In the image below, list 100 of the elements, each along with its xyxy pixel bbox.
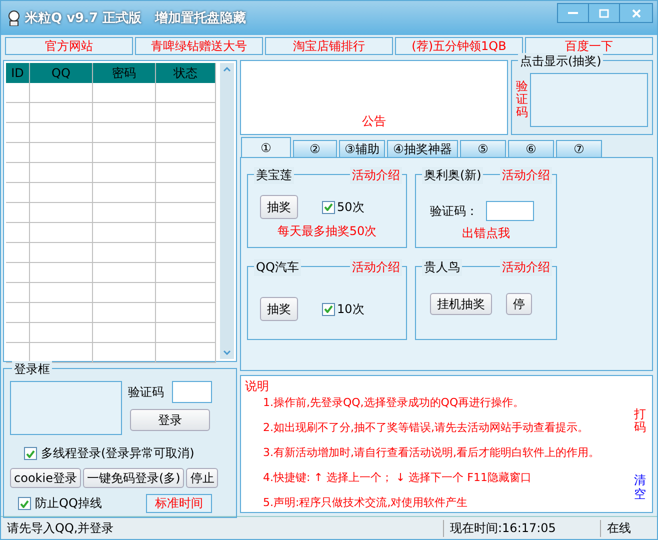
group-title: 美宝莲 [254, 167, 294, 184]
column-header: 密码 [93, 63, 156, 83]
checkbox-label: 多线程登录(登录异常可取消) [41, 445, 194, 462]
clear-link[interactable]: 清空 [634, 474, 646, 501]
table-cell [6, 143, 30, 163]
table-cell [93, 263, 156, 283]
link-button[interactable]: 官方网站 [5, 37, 133, 55]
table-cell [30, 183, 93, 203]
column-header: QQ [30, 63, 93, 83]
captcha-label: 验证码 [516, 80, 528, 120]
table-cell [93, 303, 156, 323]
table-cell [6, 103, 30, 123]
captcha-field[interactable] [486, 201, 534, 221]
help-title: 说明 [245, 379, 269, 393]
table-cell [30, 203, 93, 223]
table-cell [93, 343, 156, 363]
tab[interactable]: ④抽奖神器 [387, 140, 458, 157]
table-cell [93, 223, 156, 243]
count-label: 50次 [337, 198, 364, 216]
group-title: 贵人鸟 [422, 259, 462, 276]
table-cell [6, 243, 30, 263]
tab[interactable]: ⑤ [460, 140, 506, 157]
login-option-button[interactable]: 停止 [186, 468, 218, 488]
checkbox-label: 防止QQ掉线 [35, 495, 102, 512]
error-link[interactable]: 出错点我 [416, 225, 556, 242]
table-cell [93, 123, 156, 143]
help-line: 3.有新活动增加时,请自行查看活动说明,看后才能明白软件上的作用。 [263, 445, 600, 460]
link-button[interactable]: 百度一下 [525, 37, 653, 55]
table-cell [93, 163, 156, 183]
window-title: 米粒Q v9.7 正式版 增加置托盘隐藏 [25, 10, 246, 27]
table-cell [6, 203, 30, 223]
checkbox[interactable] [18, 497, 31, 510]
tab[interactable]: ③辅助 [339, 140, 385, 157]
table-cell [6, 183, 30, 203]
draw-button[interactable]: 抽奖 [260, 195, 298, 219]
tab[interactable]: ② [293, 140, 337, 157]
login-button[interactable]: 登录 [130, 409, 210, 431]
checkbox[interactable] [24, 447, 37, 460]
table-cell [93, 183, 156, 203]
scrollbar[interactable] [220, 63, 234, 359]
table-cell [156, 223, 216, 243]
notice-title: 公告 [362, 113, 386, 130]
table-cell [156, 323, 216, 343]
table-cell [30, 323, 93, 343]
maximize-button[interactable] [588, 3, 620, 23]
table-cell [93, 143, 156, 163]
scroll-up-icon [223, 67, 231, 72]
help-line: 4.快捷键: ↑ 选择上一个； ↓ 选择下一个 F11隐藏窗口 [263, 470, 532, 485]
table-cell [6, 283, 30, 303]
app-icon [7, 10, 21, 26]
table-cell [93, 103, 156, 123]
table-cell [30, 263, 93, 283]
table-cell [93, 243, 156, 263]
help-line: 1.操作前,先登录QQ,选择登录成功的QQ再进行操作。 [263, 395, 526, 410]
table-cell [156, 123, 216, 143]
link-button[interactable]: 淘宝店铺排行 [265, 37, 393, 55]
minimize-icon [568, 12, 578, 14]
captcha-field[interactable] [172, 381, 212, 403]
table-cell [6, 163, 30, 183]
tab[interactable]: ⑥ [508, 140, 554, 157]
time-button[interactable]: 标准时间 [146, 494, 212, 513]
close-icon [632, 8, 640, 18]
table-cell [30, 163, 93, 183]
online-status: 在线 [600, 520, 637, 536]
table-cell [30, 143, 93, 163]
group-title: 点击显示(抽奖) [518, 53, 604, 70]
table-cell [93, 203, 156, 223]
link-button[interactable]: 青啤绿钻赠送大号 [135, 37, 263, 55]
tab[interactable]: ① [241, 137, 291, 157]
table-cell [30, 123, 93, 143]
table-cell [156, 183, 216, 203]
checkbox[interactable] [322, 200, 335, 214]
help-line: 5.声明:程序只做技术交流,对使用软件产生 [263, 495, 469, 510]
tab[interactable]: ⑦ [556, 140, 602, 157]
table-cell [156, 303, 216, 323]
login-option-button[interactable]: cookie登录 [10, 468, 81, 488]
table-cell [30, 303, 93, 323]
table-cell [6, 83, 30, 103]
close-button[interactable] [619, 3, 653, 23]
maximize-icon [599, 8, 609, 18]
table-cell [30, 243, 93, 263]
column-header: ID [6, 63, 30, 83]
link-button[interactable]: (荐)五分钟领1QB [395, 37, 523, 55]
table-cell [6, 223, 30, 243]
table-cell [156, 83, 216, 103]
table-cell [156, 283, 216, 303]
draw-button[interactable]: 停 [506, 293, 532, 315]
table-cell [156, 103, 216, 123]
minimize-button[interactable] [557, 3, 589, 23]
table-cell [156, 163, 216, 183]
draw-button[interactable]: 挂机抽奖 [430, 293, 492, 315]
draw-button[interactable]: 抽奖 [260, 297, 298, 321]
column-header: 状态 [156, 63, 216, 83]
captcha-image[interactable] [530, 72, 648, 126]
table-cell [30, 83, 93, 103]
checkbox[interactable] [322, 302, 335, 316]
status-text: 请先导入QQ,并登录 [6, 520, 115, 536]
login-option-button[interactable]: 一键免码登录(多) [82, 468, 184, 488]
captcha-link[interactable]: 打码 [634, 408, 646, 434]
table-cell [6, 323, 30, 343]
